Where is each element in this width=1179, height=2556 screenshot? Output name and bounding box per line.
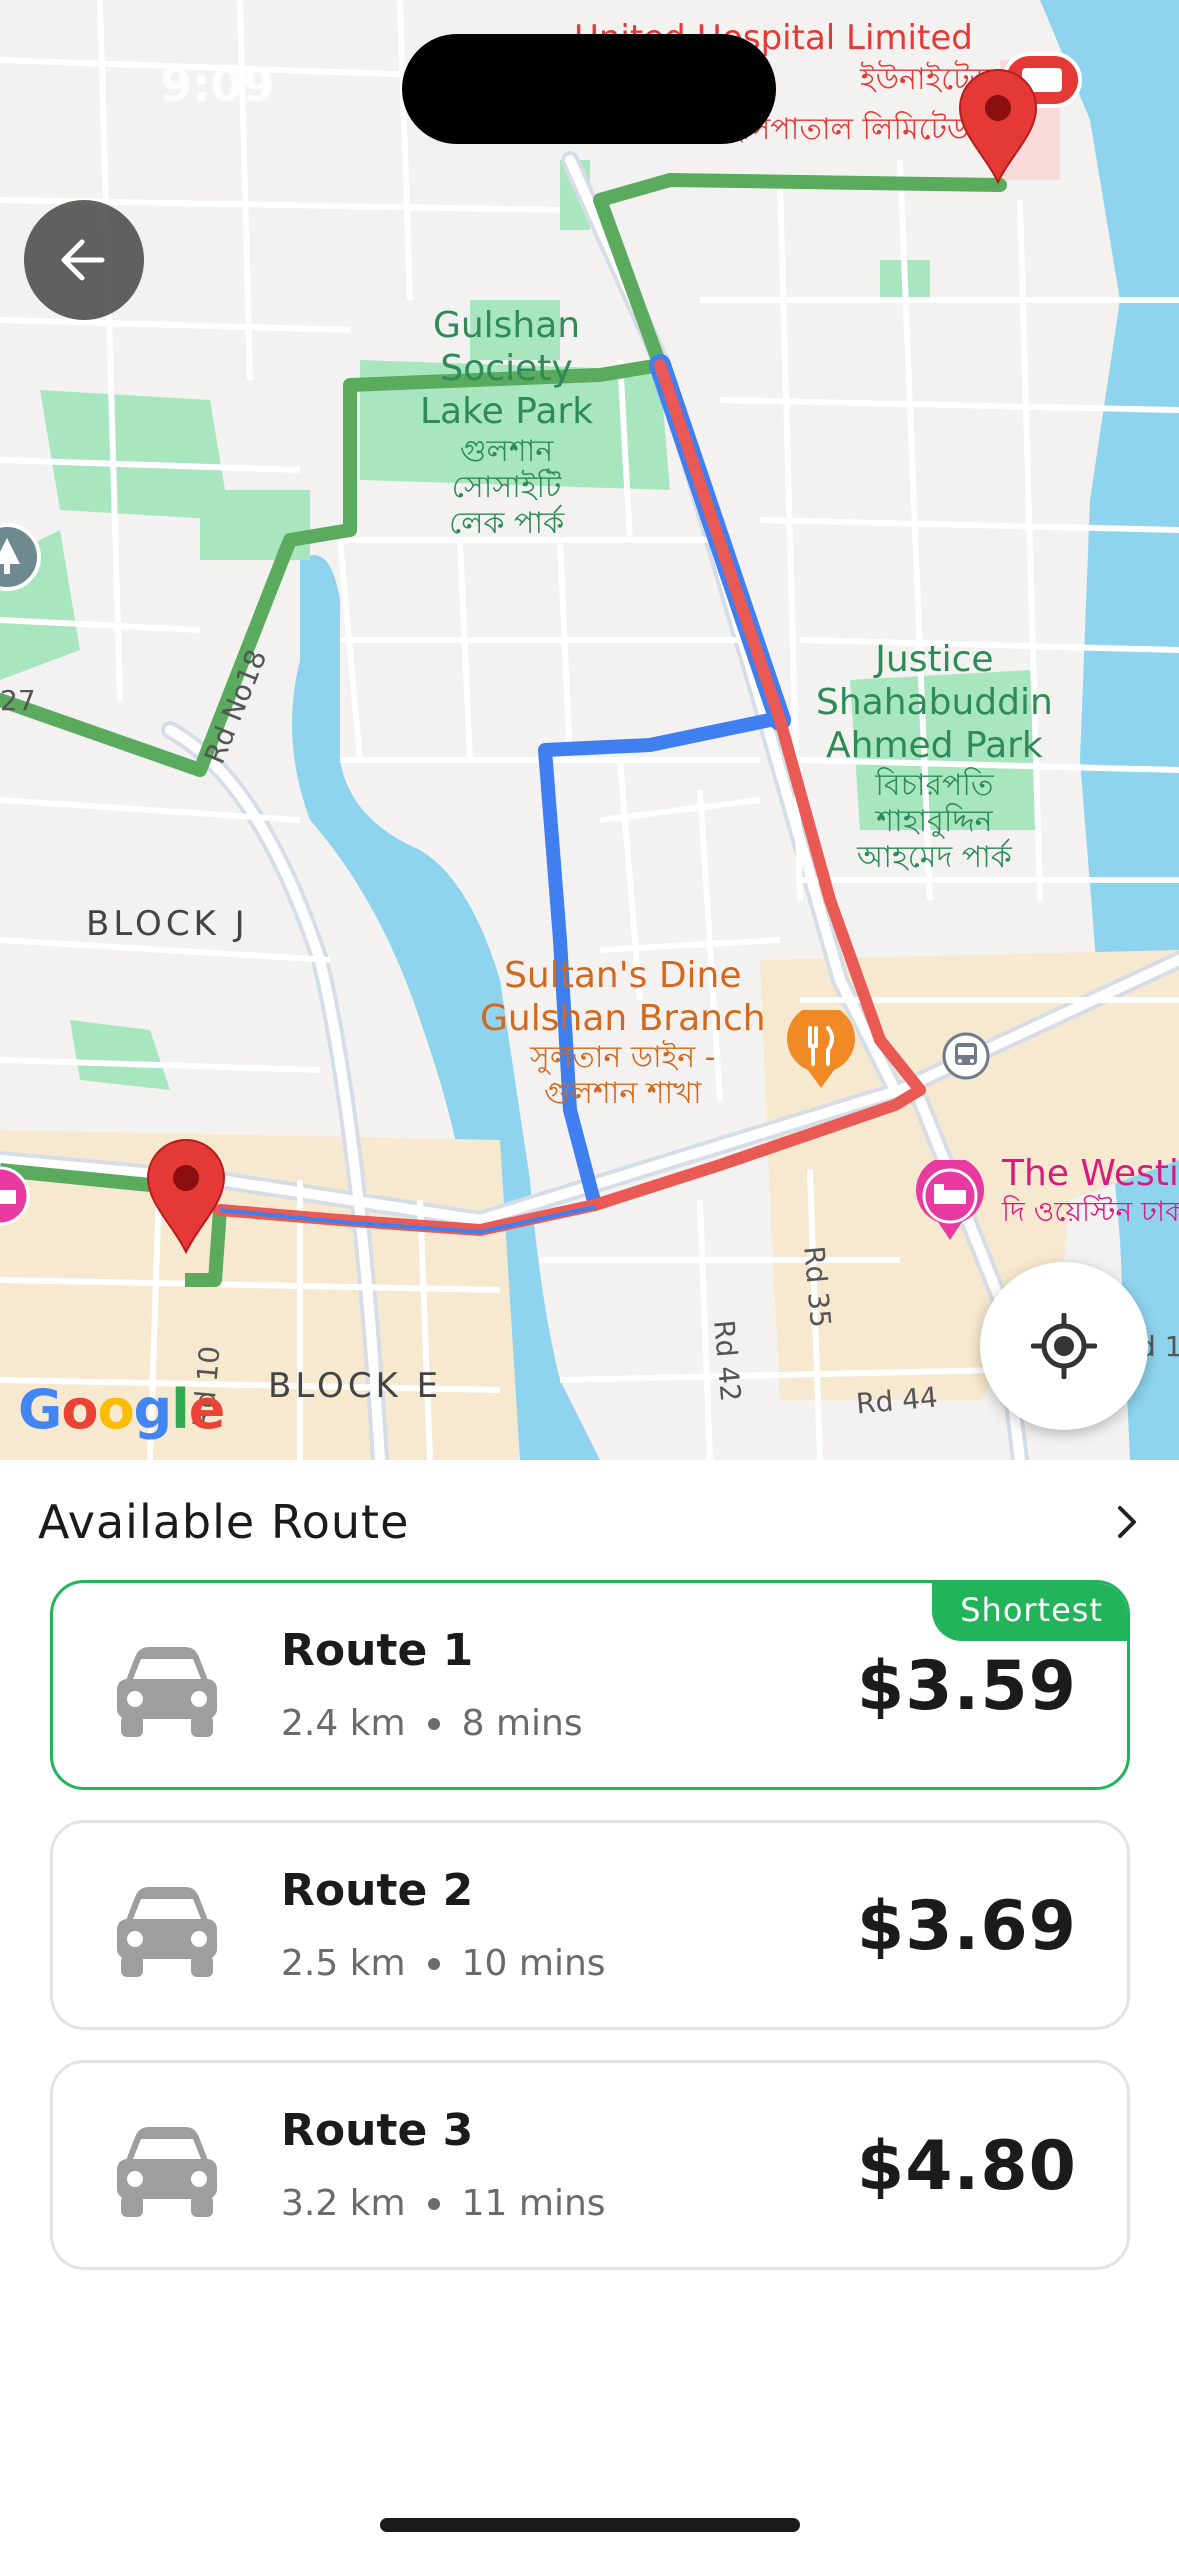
justice-park-bn-1: বিচারপতি [875, 767, 994, 803]
restaurant-en-1: Sultan's Dine [504, 955, 742, 996]
google-letter: g [133, 1378, 173, 1441]
road-label-27: 27 [0, 684, 36, 717]
hotel-bn: দি ওয়েস্টিন ঢাকা [1002, 1195, 1179, 1229]
sheet-title: Available Route [38, 1495, 410, 1549]
route-card[interactable]: Route 3 3.2 km 11 mins $4.80 [50, 2060, 1130, 2270]
my-location-button[interactable] [980, 1262, 1148, 1430]
gulshan-park-label: Gulshan Society Lake Park গুলশান সোসাইটি… [420, 304, 593, 542]
route-distance: 2.5 km [281, 1943, 406, 1984]
dynamic-island [402, 34, 776, 144]
separator-dot [427, 1717, 440, 1730]
route-name: Route 2 [281, 1865, 474, 1916]
google-letter: G [18, 1378, 62, 1441]
route-name: Route 1 [281, 1625, 474, 1676]
hotel-pin-left-icon[interactable] [0, 1160, 36, 1242]
justice-park-bn-2: শাহাবুদ্দিন [876, 803, 993, 839]
back-button[interactable] [24, 200, 144, 320]
restaurant-bn-1: সুলতান ডাইন - [530, 1040, 716, 1076]
justice-park-en-3: Ahmed Park [826, 725, 1043, 767]
my-location-icon [1031, 1313, 1097, 1379]
chevron-right-icon[interactable] [1108, 1502, 1148, 1542]
google-letter: l [171, 1378, 189, 1441]
route-name: Route 3 [281, 2105, 474, 2156]
car-icon [117, 1647, 217, 1737]
car-icon [117, 1887, 217, 1977]
gulshan-park-en-3: Lake Park [420, 391, 594, 433]
bus-stop-icon[interactable] [942, 1032, 990, 1080]
route-meta: 2.4 km 8 mins [281, 1703, 583, 1744]
justice-park-bn-3: আহমেদ পার্ক [856, 839, 1012, 875]
gulshan-park-bn-1: গুলশান [459, 433, 554, 469]
restaurant-pin-icon[interactable] [786, 1010, 856, 1090]
route-distance: 3.2 km [281, 2183, 406, 2224]
hotel-pin-icon[interactable] [914, 1160, 986, 1242]
route-card[interactable]: Route 2 2.5 km 10 mins $3.69 [50, 1820, 1130, 2030]
destination-pin-icon[interactable] [956, 66, 1040, 184]
arrow-left-icon [61, 239, 105, 281]
google-logo: Google [18, 1378, 226, 1441]
route-price: $4.80 [856, 2127, 1077, 2206]
block-e-label: BLOCK E [268, 1366, 443, 1406]
restaurant-en-2: Gulshan Branch [480, 998, 766, 1040]
route-duration: 11 mins [461, 2183, 606, 2224]
map-view[interactable]: United Hospital Limited ইউনাইটেড হাসপাতা… [0, 0, 1179, 1460]
route-price: $3.69 [856, 1887, 1077, 1966]
restaurant-label: Sultan's Dine Gulshan Branch সুলতান ডাইন… [480, 954, 766, 1112]
route-card[interactable]: Shortest Route 1 2.4 km 8 mins $3.59 [50, 1580, 1130, 1790]
route-meta: 2.5 km 10 mins [281, 1943, 606, 1984]
car-icon [117, 2127, 217, 2217]
available-route-header[interactable]: Available Route [38, 1490, 1148, 1554]
gulshan-park-en-2: Society [440, 348, 573, 390]
road-label-rd-35: Rd 35 [797, 1244, 838, 1329]
justice-park-en-2: Shahabuddin [816, 682, 1053, 724]
gulshan-park-bn-3: লেক পার্ক [448, 505, 565, 541]
route-duration: 8 mins [461, 1703, 583, 1744]
route-meta: 3.2 km 11 mins [281, 2183, 606, 2224]
restaurant-bn-2: গুলশান শাখা [543, 1076, 702, 1112]
justice-park-en-1: Justice [875, 639, 994, 680]
park-pin-icon[interactable] [0, 520, 44, 594]
route-price: $3.59 [856, 1647, 1077, 1726]
google-letter: e [188, 1378, 226, 1441]
google-letter: o [97, 1378, 134, 1441]
google-letter: o [61, 1378, 98, 1441]
gulshan-park-bn-2: সোসাইটি [451, 469, 562, 505]
hotel-en: The Westin [1002, 1153, 1179, 1194]
gulshan-park-en-1: Gulshan [432, 305, 581, 346]
separator-dot [427, 2197, 440, 2210]
road-label-rd-42: Rd 42 [707, 1318, 748, 1403]
separator-dot [427, 1957, 440, 1970]
home-indicator[interactable] [380, 2518, 800, 2532]
shortest-badge: Shortest [932, 1583, 1127, 1641]
hotel-label: The Westin দি ওয়েস্টিন ঢাকা [1002, 1152, 1179, 1229]
origin-pin-icon[interactable] [144, 1136, 228, 1254]
route-distance: 2.4 km [281, 1703, 406, 1744]
block-j-label: BLOCK J [86, 904, 249, 944]
status-time: 9:09 [160, 58, 275, 112]
justice-park-label: Justice Shahabuddin Ahmed Park বিচারপতি … [816, 638, 1053, 876]
routes-sheet: Available Route Shortest Route 1 2.4 km … [0, 1460, 1179, 2556]
route-duration: 10 mins [461, 1943, 606, 1984]
road-label-rd-44: Rd 44 [854, 1380, 940, 1421]
